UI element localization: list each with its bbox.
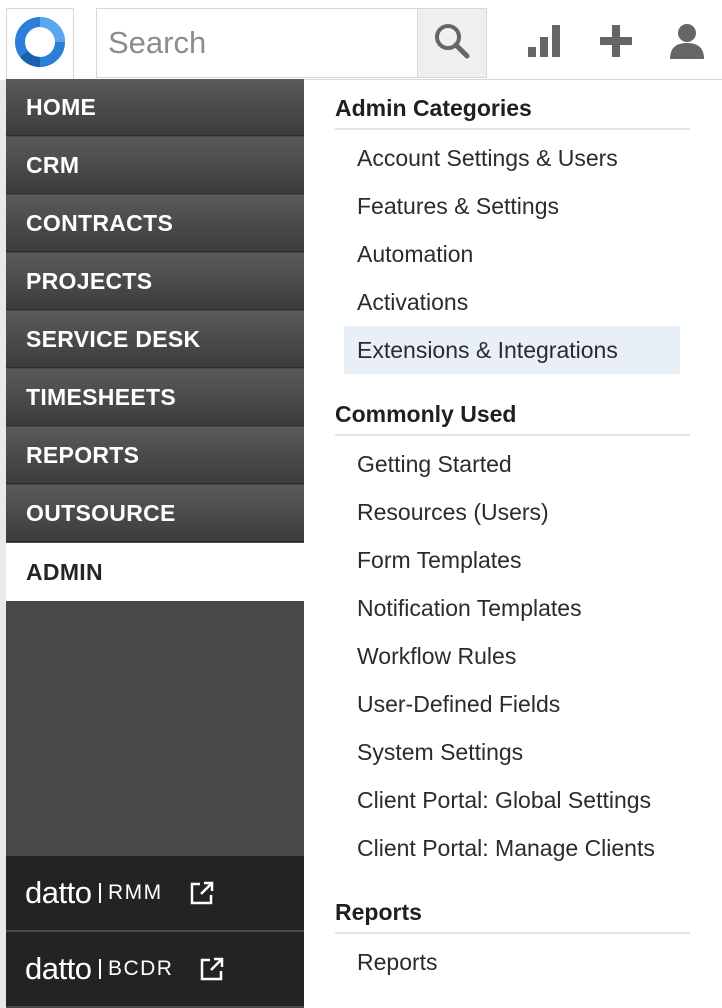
search-field[interactable]: [96, 8, 418, 78]
user-icon: [668, 22, 706, 65]
nav-item-label: SERVICE DESK: [26, 325, 201, 352]
menu-link-client-portal-global-settings[interactable]: Client Portal: Global Settings: [344, 776, 680, 824]
nav-item-label: HOME: [26, 93, 97, 120]
nav-item-label: TIMESHEETS: [26, 383, 176, 410]
menu-link-resources-users[interactable]: Resources (Users): [344, 488, 680, 536]
add-new-button[interactable]: [595, 22, 637, 64]
menu-link-client-portal-manage-clients[interactable]: Client Portal: Manage Clients: [344, 824, 680, 872]
logo-button[interactable]: [6, 8, 74, 80]
menu-link-notification-templates[interactable]: Notification Templates: [344, 584, 680, 632]
nav-item-projects[interactable]: PROJECTS: [6, 253, 304, 310]
menu-link-reports[interactable]: Reports: [344, 938, 680, 986]
nav-item-admin[interactable]: ADMIN: [6, 543, 304, 601]
search-button[interactable]: [417, 8, 487, 78]
menu-link-form-templates[interactable]: Form Templates: [344, 536, 680, 584]
datto-rmm-link[interactable]: datto RMM: [6, 856, 304, 930]
datto-brand: datto: [25, 875, 92, 910]
menu-link-extensions-integrations[interactable]: Extensions & Integrations: [344, 326, 680, 374]
nav-item-label: CRM: [26, 151, 80, 178]
datto-brand: datto: [25, 951, 92, 986]
logo-icon: [15, 17, 65, 72]
datto-bcdr-link[interactable]: datto BCDR: [6, 932, 304, 1006]
nav-item-crm[interactable]: CRM: [6, 137, 304, 194]
product-name: BCDR: [107, 957, 174, 980]
menu-link-user-defined-fields[interactable]: User-Defined Fields: [344, 680, 680, 728]
menu-link-getting-started[interactable]: Getting Started: [344, 440, 680, 488]
nav-item-label: OUTSOURCE: [26, 499, 176, 526]
plus-icon: [598, 23, 634, 64]
top-bar: [0, 0, 722, 80]
menu-link-system-settings[interactable]: System Settings: [344, 728, 680, 776]
section-title-commonly-used: Commonly Used: [335, 386, 690, 436]
menu-link-activations[interactable]: Activations: [344, 278, 680, 326]
search-icon: [432, 21, 472, 66]
menu-link-automation[interactable]: Automation: [344, 230, 680, 278]
nav-item-service-desk[interactable]: SERVICE DESK: [6, 311, 304, 368]
nav-item-timesheets[interactable]: TIMESHEETS: [6, 369, 304, 426]
analytics-button[interactable]: [523, 22, 565, 64]
search-input[interactable]: [108, 21, 408, 65]
nav-item-label: REPORTS: [26, 441, 140, 468]
nav-item-outsource[interactable]: OUTSOURCE: [6, 485, 304, 542]
external-link-icon: [189, 880, 215, 906]
menu-link-workflow-rules[interactable]: Workflow Rules: [344, 632, 680, 680]
product-name: RMM: [107, 881, 163, 904]
nav-item-reports[interactable]: REPORTS: [6, 427, 304, 484]
nav-item-label: PROJECTS: [26, 267, 153, 294]
left-navigation: HOME CRM CONTRACTS PROJECTS SERVICE DESK…: [6, 79, 304, 1008]
bar-chart-icon: [526, 23, 562, 64]
brand-divider: [99, 883, 101, 903]
external-link-icon: [199, 956, 225, 982]
section-title-admin-categories: Admin Categories: [335, 80, 690, 130]
section-title-reports: Reports: [335, 884, 690, 934]
nav-item-home[interactable]: HOME: [6, 79, 304, 136]
nav-item-contracts[interactable]: CONTRACTS: [6, 195, 304, 252]
nav-item-label: ADMIN: [26, 558, 103, 585]
nav-item-label: CONTRACTS: [26, 209, 174, 236]
menu-link-features-settings[interactable]: Features & Settings: [344, 182, 680, 230]
user-menu-button[interactable]: [666, 22, 708, 64]
brand-divider: [99, 959, 101, 979]
menu-link-account-settings-users[interactable]: Account Settings & Users: [344, 134, 680, 182]
